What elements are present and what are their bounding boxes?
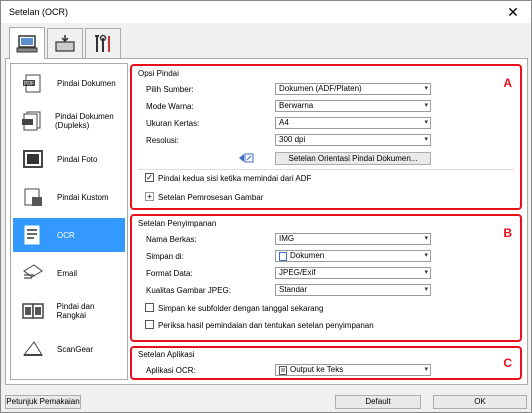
sidebar-item-label: OCR (57, 230, 75, 240)
email-icon (21, 262, 45, 284)
source-value: Dokumen (ADF/Platen) (279, 84, 362, 93)
sidebar-item-label: ScanGear (57, 344, 94, 354)
color-mode-label: Mode Warna: (146, 102, 194, 111)
title-bar: Setelan (OCR) ✕ (1, 1, 531, 23)
sidebar-item-label: Pindai dan Rangkai (56, 302, 95, 320)
svg-text:PDF: PDF (24, 81, 34, 87)
orientation-settings-button[interactable]: Setelan Orientasi Pindai Dokumen... (275, 152, 431, 165)
sidebar-item-ocr[interactable]: OCR (13, 218, 125, 252)
app-settings-panel: Setelan Aplikasi C Aplikasi OCR: Output … (130, 346, 522, 380)
duplex-checkbox[interactable]: ✓ (145, 173, 154, 182)
scangear-icon (21, 338, 45, 360)
source-label: Pilih Sumber: (146, 85, 194, 94)
color-mode-select[interactable]: Berwarna ▾ (275, 100, 431, 112)
jpeg-quality-select[interactable]: Standar ▾ (275, 284, 431, 296)
app-settings-title: Setelan Aplikasi (138, 350, 195, 359)
chevron-down-icon: ▾ (424, 85, 428, 92)
save-in-value: Dokumen (290, 251, 325, 260)
check-results-checkbox[interactable] (145, 320, 154, 329)
save-settings-panel: Setelan Penyimpanan B Nama Berkas: IMG ▾ … (130, 214, 522, 342)
computer-scan-icon (16, 34, 38, 52)
stitch-icon (21, 300, 45, 322)
chevron-down-icon: ▾ (424, 102, 428, 109)
chevron-down-icon: ▾ (424, 286, 428, 293)
paper-size-value: A4 (279, 118, 289, 127)
orientation-icon (238, 152, 254, 166)
paper-size-select[interactable]: A4 ▾ (275, 117, 431, 129)
sidebar-item-label: Pindai Dokumen (57, 78, 116, 88)
ocr-app-select[interactable]: Output ke Teks ▾ (275, 364, 431, 376)
ocr-app-label: Aplikasi OCR: (146, 366, 196, 375)
divider (138, 169, 514, 170)
duplex-document-icon (21, 110, 43, 132)
duplex-label: Pindai kedua sisi ketika memindai dari A… (158, 174, 312, 183)
chevron-down-icon: ▾ (424, 119, 428, 126)
window-title: Setelan (OCR) (9, 7, 69, 17)
image-processing-label[interactable]: Setelan Pemrosesan Gambar (158, 193, 263, 202)
text-output-icon (279, 366, 287, 378)
sidebar-item-document-duplex[interactable]: Pindai Dokumen (Dupleks) (13, 104, 125, 138)
sidebar-item-label: Pindai Foto (57, 154, 98, 164)
filename-label: Nama Berkas: (146, 235, 197, 244)
panel-letter-c: C (503, 356, 512, 370)
save-in-label: Simpan di: (146, 252, 184, 261)
chevron-down-icon: ▾ (424, 235, 428, 242)
help-button[interactable]: Petunjuk Pemakaian (5, 395, 81, 409)
sidebar-item-email[interactable]: Email (13, 256, 125, 290)
save-settings-title: Setelan Penyimpanan (138, 219, 217, 228)
jpeg-quality-label: Kualitas Gambar JPEG: (146, 286, 231, 295)
sidebar-item-label: Pindai Dokumen (Dupleks) (55, 112, 114, 130)
data-format-value: JPEG/Exif (279, 268, 316, 277)
close-icon[interactable]: ✕ (501, 3, 525, 21)
save-in-select[interactable]: Dokumen ▾ (275, 250, 431, 262)
custom-scan-icon (21, 186, 45, 208)
ocr-app-value: Output ke Teks (290, 365, 344, 374)
subfolder-checkbox[interactable] (145, 303, 154, 312)
filename-input[interactable]: IMG ▾ (275, 233, 431, 245)
panel-letter-a: A (503, 76, 512, 90)
chevron-down-icon: ▾ (424, 269, 428, 276)
sidebar-item-document[interactable]: PDF Pindai Dokumen (13, 66, 125, 100)
ocr-icon (21, 224, 45, 246)
folder-icon (279, 252, 287, 264)
chevron-down-icon: ▾ (424, 252, 428, 259)
paper-size-label: Ukuran Kertas: (146, 119, 200, 128)
tab-scan-from-panel[interactable] (47, 28, 83, 58)
expand-plus-icon[interactable]: + (145, 192, 154, 201)
scan-options-title: Opsi Pindai (138, 69, 179, 78)
scan-type-list: PDF Pindai Dokumen Pindai Dokumen (Duple… (10, 63, 128, 380)
subfolder-label: Simpan ke subfolder dengan tanggal sekar… (158, 304, 324, 313)
sidebar-item-custom[interactable]: Pindai Kustom (13, 180, 125, 214)
settings-window: Setelan (OCR) ✕ PDF Pindai Dokumen Pinda… (0, 0, 532, 413)
tab-scan-from-computer[interactable] (9, 27, 45, 59)
chevron-down-icon: ▾ (424, 366, 428, 373)
sidebar-item-scangear[interactable]: ScanGear (13, 332, 125, 366)
device-scan-icon (55, 34, 75, 52)
scan-options-panel: Opsi Pindai A Pilih Sumber: Dokumen (ADF… (130, 64, 522, 210)
sidebar-item-stitch[interactable]: Pindai dan Rangkai (13, 294, 125, 328)
jpeg-quality-value: Standar (279, 285, 308, 294)
sidebar-item-label: Email (57, 268, 78, 278)
sidebar-item-photo[interactable]: Pindai Foto (13, 142, 125, 176)
source-select[interactable]: Dokumen (ADF/Platen) ▾ (275, 83, 431, 95)
panel-letter-b: B (503, 226, 512, 240)
pdf-document-icon: PDF (21, 72, 45, 94)
resolution-select[interactable]: 300 dpi ▾ (275, 134, 431, 146)
ok-button[interactable]: OK (433, 395, 527, 409)
resolution-value: 300 dpi (279, 135, 306, 144)
photo-icon (21, 148, 45, 170)
chevron-down-icon: ▾ (424, 136, 428, 143)
sidebar-item-label: Pindai Kustom (57, 192, 109, 202)
tools-icon (95, 34, 110, 52)
data-format-select[interactable]: JPEG/Exif ▾ (275, 267, 431, 279)
resolution-label: Resolusi: (146, 136, 179, 145)
filename-value: IMG (279, 234, 295, 243)
settings-content: PDF Pindai Dokumen Pindai Dokumen (Duple… (5, 58, 528, 385)
color-mode-value: Berwarna (279, 101, 314, 110)
defaults-button[interactable]: Default (335, 395, 421, 409)
tab-general-settings[interactable] (85, 28, 121, 58)
data-format-label: Format Data: (146, 269, 193, 278)
check-results-label: Periksa hasil pemindaian dan tentukan se… (158, 321, 374, 330)
